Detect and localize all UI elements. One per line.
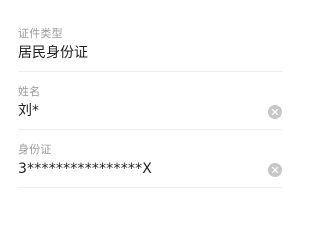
name-row: 姓名 刘* (18, 72, 282, 130)
id-number-row: 身份证 3****************X (18, 130, 282, 188)
name-input[interactable]: 刘* (18, 103, 39, 119)
document-type-label: 证件类型 (18, 27, 63, 40)
clear-icon (271, 166, 279, 174)
id-number-clear-icon[interactable] (268, 163, 282, 177)
name-label: 姓名 (18, 85, 41, 98)
name-clear-icon[interactable] (268, 105, 282, 119)
identity-form: 证件类型 居民身份证 姓名 刘* 身份证 3****************X (0, 0, 300, 200)
id-number-input[interactable]: 3****************X (18, 161, 152, 177)
document-type-row[interactable]: 证件类型 居民身份证 (18, 14, 282, 72)
document-type-value[interactable]: 居民身份证 (18, 45, 88, 61)
divider (18, 187, 282, 188)
clear-icon (271, 108, 279, 116)
id-number-label: 身份证 (18, 143, 52, 156)
